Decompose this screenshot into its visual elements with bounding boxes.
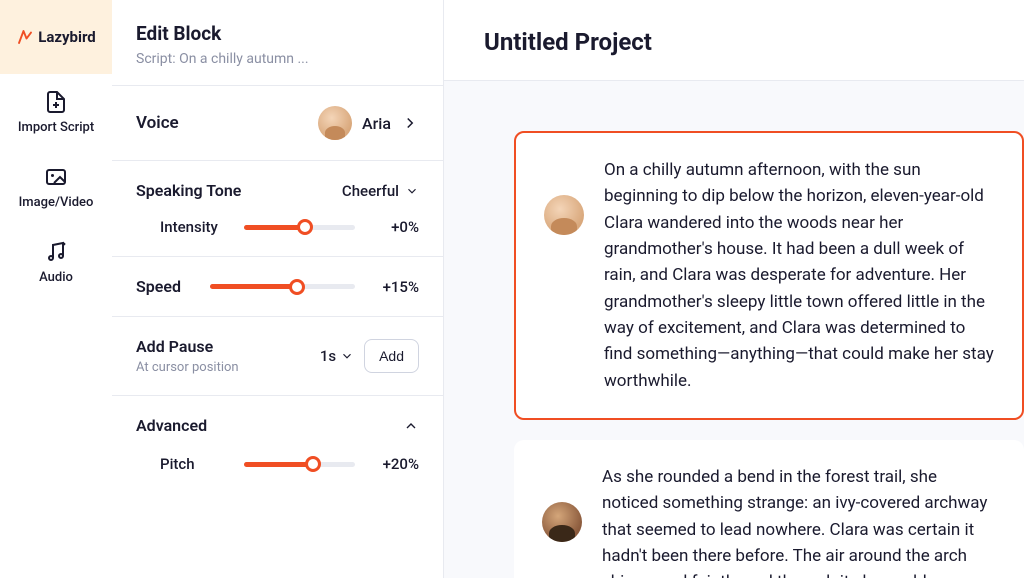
project-title[interactable]: Untitled Project [484,28,984,56]
speed-slider[interactable] [210,284,355,289]
pause-section: Add Pause At cursor position 1s Add [112,317,443,396]
nav-import-script[interactable]: Import Script [0,74,112,149]
logo[interactable]: Lazybird [0,0,112,74]
voice-name: Aria [362,114,391,133]
block-text: On a chilly autumn afternoon, with the s… [604,157,994,394]
intensity-label: Intensity [160,218,230,236]
voice-label: Voice [136,113,179,133]
main-header: Untitled Project [444,0,1024,81]
pitch-label: Pitch [160,455,230,473]
advanced-label: Advanced [136,416,207,435]
intensity-value: +0% [369,218,419,236]
speed-label: Speed [136,277,196,296]
pause-duration-value: 1s [320,347,336,365]
chevron-down-icon [340,349,354,363]
speed-value: +15% [369,278,419,296]
voice-avatar [318,106,352,140]
panel-title: Edit Block [136,22,419,45]
panel-header: Edit Block Script: On a chilly autumn ..… [112,0,443,86]
nav-audio[interactable]: Audio [0,224,112,299]
block-avatar [544,195,584,235]
nav-label: Audio [39,270,73,285]
pitch-value: +20% [369,455,419,473]
pause-label: Add Pause [136,337,239,356]
script-block[interactable]: As she rounded a bend in the forest trai… [514,440,1024,578]
block-text: As she rounded a bend in the forest trai… [602,464,996,578]
main-content: Untitled Project On a chilly autumn afte… [444,0,1024,578]
main-body: On a chilly autumn afternoon, with the s… [444,81,1024,578]
logo-text: Lazybird [38,28,96,46]
pitch-slider-row: Pitch +20% [136,455,419,473]
chevron-right-icon [401,114,419,132]
pause-sub: At cursor position [136,360,239,375]
voice-section: Voice Aria [112,86,443,161]
intensity-slider-row: Intensity +0% [136,218,419,236]
script-block[interactable]: On a chilly autumn afternoon, with the s… [514,131,1024,420]
sidebar: Lazybird Import Script Image/Video Audio [0,0,112,578]
intensity-slider[interactable] [244,225,355,230]
nav-label: Import Script [18,120,94,135]
nav-image-video[interactable]: Image/Video [0,149,112,224]
voice-selector[interactable]: Aria [318,106,419,140]
tone-value: Cheerful [342,182,399,200]
tone-section: Speaking Tone Cheerful Intensity +0% [112,161,443,257]
music-icon [44,240,68,264]
chevron-up-icon [403,418,419,434]
speed-section: Speed +15% [112,257,443,317]
pause-duration-selector[interactable]: 1s [320,347,354,365]
pitch-slider[interactable] [244,462,355,467]
add-pause-button[interactable]: Add [364,339,419,373]
image-icon [44,165,68,189]
tone-selector[interactable]: Cheerful [342,182,419,200]
lazybird-icon [16,28,34,46]
tone-label: Speaking Tone [136,181,241,200]
block-avatar [542,502,582,542]
edit-panel: Edit Block Script: On a chilly autumn ..… [112,0,444,578]
file-plus-icon [44,90,68,114]
advanced-section: Advanced Pitch +20% [112,396,443,493]
chevron-down-icon [405,184,419,198]
panel-subtitle: Script: On a chilly autumn ... [136,51,419,67]
nav-label: Image/Video [19,195,94,210]
advanced-toggle[interactable]: Advanced [136,416,419,435]
